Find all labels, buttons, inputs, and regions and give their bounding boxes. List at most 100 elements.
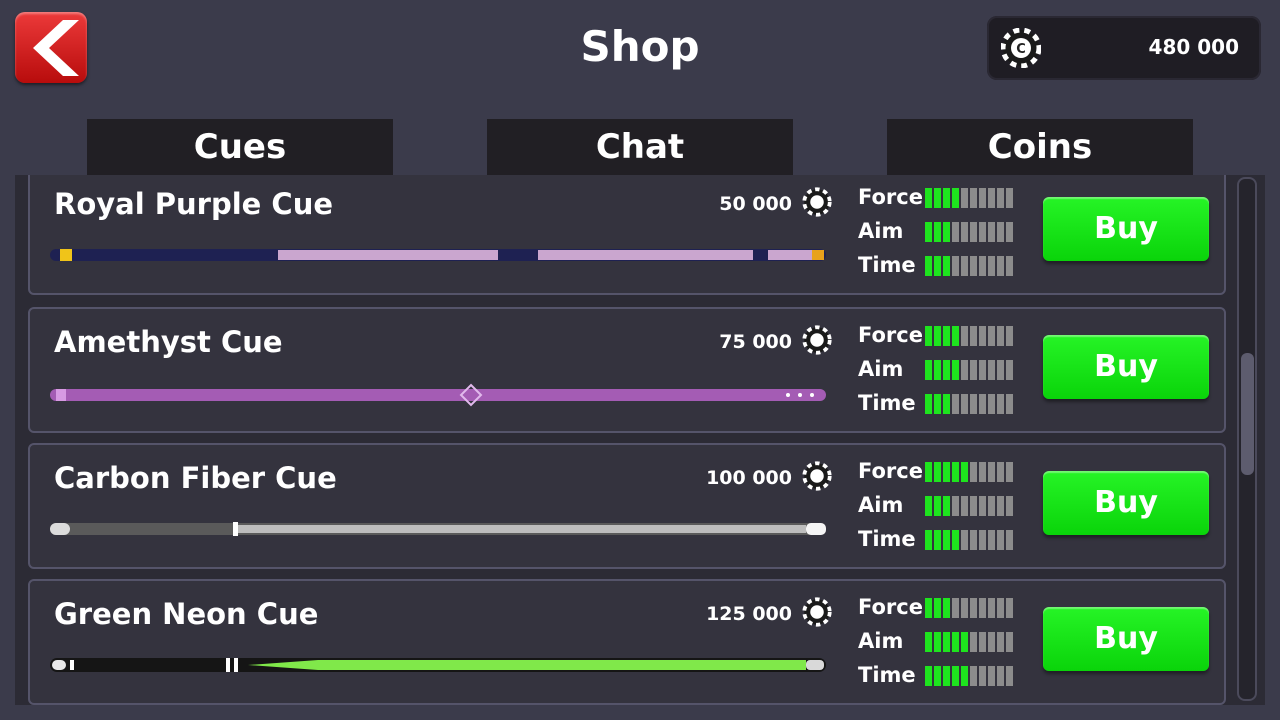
- stat-segment: [943, 530, 950, 550]
- stat-segment: [1006, 632, 1013, 652]
- force-bar: [925, 188, 1013, 208]
- stat-segment: [925, 256, 932, 276]
- stat-label-time: Time: [858, 527, 916, 551]
- stat-segment: [961, 360, 968, 380]
- stat-segment: [997, 360, 1004, 380]
- tab-cues[interactable]: Cues: [87, 119, 393, 175]
- stat-segment: [979, 188, 986, 208]
- cue-card: Royal Purple Cue 50 000 Force Aim Time B…: [28, 175, 1226, 295]
- stat-segment: [979, 462, 986, 482]
- stat-segment: [970, 256, 977, 276]
- stat-segment: [961, 394, 968, 414]
- stat-segment: [988, 222, 995, 242]
- force-bar: [925, 598, 1013, 618]
- stat-segment: [934, 360, 941, 380]
- stat-segment: [943, 222, 950, 242]
- scrollbar[interactable]: [1237, 177, 1257, 701]
- stat-segment: [979, 598, 986, 618]
- stat-segment: [988, 496, 995, 516]
- cue-price: 50 000: [719, 193, 792, 215]
- stat-segment: [997, 326, 1004, 346]
- buy-button[interactable]: Buy: [1043, 335, 1209, 399]
- aim-bar: [925, 632, 1013, 652]
- scrollbar-thumb[interactable]: [1241, 353, 1254, 475]
- stat-label-force: Force: [858, 323, 923, 347]
- stat-segment: [943, 462, 950, 482]
- stat-segment: [979, 394, 986, 414]
- stat-segment: [988, 462, 995, 482]
- stat-segment: [1006, 256, 1013, 276]
- stat-segment: [934, 496, 941, 516]
- stat-segment: [961, 598, 968, 618]
- aim-bar: [925, 360, 1013, 380]
- stat-segment: [934, 530, 941, 550]
- stat-segment: [997, 530, 1004, 550]
- coin-amount: 480 000: [1148, 35, 1239, 59]
- force-bar: [925, 462, 1013, 482]
- cue-image: [50, 522, 826, 536]
- stat-segment: [925, 326, 932, 346]
- stat-segment: [979, 360, 986, 380]
- cue-card: Amethyst Cue 75 000 Force Aim Time Buy: [28, 307, 1226, 433]
- buy-button[interactable]: Buy: [1043, 607, 1209, 671]
- stat-segment: [934, 256, 941, 276]
- stat-segment: [952, 360, 959, 380]
- stat-segment: [961, 188, 968, 208]
- cue-image: [50, 383, 826, 407]
- stat-segment: [961, 222, 968, 242]
- cue-image: [50, 249, 826, 261]
- stat-segment: [970, 222, 977, 242]
- time-bar: [925, 256, 1013, 276]
- stat-segment: [988, 598, 995, 618]
- buy-button[interactable]: Buy: [1043, 471, 1209, 535]
- stat-segment: [943, 598, 950, 618]
- stat-segment: [970, 632, 977, 652]
- stat-label-aim: Aim: [858, 629, 904, 653]
- stat-segment: [970, 326, 977, 346]
- stat-segment: [925, 496, 932, 516]
- stat-segment: [1006, 222, 1013, 242]
- stat-segment: [979, 666, 986, 686]
- time-bar: [925, 666, 1013, 686]
- stat-segment: [979, 530, 986, 550]
- stat-segment: [970, 188, 977, 208]
- stat-segment: [997, 632, 1004, 652]
- stat-segment: [934, 222, 941, 242]
- stat-segment: [970, 394, 977, 414]
- cue-name: Amethyst Cue: [54, 325, 283, 359]
- cue-name: Green Neon Cue: [54, 597, 319, 631]
- stat-segment: [970, 462, 977, 482]
- stat-label-aim: Aim: [858, 219, 904, 243]
- buy-button[interactable]: Buy: [1043, 197, 1209, 261]
- stat-label-time: Time: [858, 391, 916, 415]
- stat-segment: [934, 666, 941, 686]
- stat-segment: [988, 394, 995, 414]
- stat-segment: [997, 666, 1004, 686]
- tab-chat[interactable]: Chat: [487, 119, 793, 175]
- stat-segment: [988, 530, 995, 550]
- stat-label-aim: Aim: [858, 493, 904, 517]
- stat-segment: [988, 326, 995, 346]
- stat-segment: [952, 598, 959, 618]
- stat-segment: [925, 360, 932, 380]
- stat-segment: [934, 462, 941, 482]
- stat-segment: [979, 496, 986, 516]
- stat-segment: [943, 360, 950, 380]
- stat-segment: [1006, 188, 1013, 208]
- stat-label-force: Force: [858, 185, 923, 209]
- stat-segment: [970, 666, 977, 686]
- aim-bar: [925, 496, 1013, 516]
- stat-segment: [952, 256, 959, 276]
- stat-segment: [997, 496, 1004, 516]
- stat-segment: [925, 188, 932, 208]
- svg-text:C: C: [1016, 42, 1026, 57]
- stat-segment: [997, 188, 1004, 208]
- stat-segment: [979, 632, 986, 652]
- stat-segment: [1006, 496, 1013, 516]
- stat-segment: [943, 496, 950, 516]
- chip-coin-icon: [802, 461, 832, 491]
- tab-coins[interactable]: Coins: [887, 119, 1193, 175]
- stat-segment: [1006, 530, 1013, 550]
- stat-label-aim: Aim: [858, 357, 904, 381]
- stat-segment: [997, 462, 1004, 482]
